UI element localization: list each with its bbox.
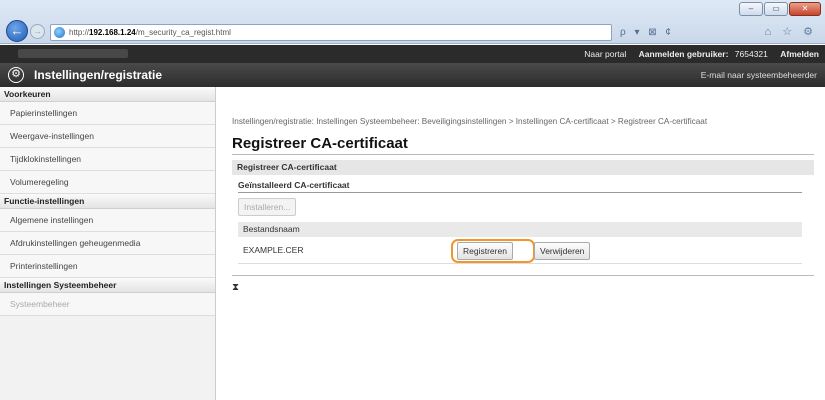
- forward-arrow-icon[interactable]: →: [30, 24, 45, 39]
- sidebar-item-papier[interactable]: Papierinstellingen: [0, 102, 215, 125]
- page-title: Registreer CA-certificaat: [232, 135, 814, 155]
- sidebar-section-voorkeuren: Voorkeuren: [0, 87, 215, 102]
- back-arrow-icon[interactable]: ←: [6, 20, 28, 42]
- user-id: 7654321: [734, 49, 768, 59]
- address-bar[interactable]: http://192.168.1.24/m_security_ca_regist…: [50, 24, 612, 41]
- minimize-button[interactable]: ‒: [739, 2, 763, 16]
- sidebar-item-printer[interactable]: Printerinstellingen: [0, 255, 215, 278]
- url-host: 192.168.1.24: [89, 28, 136, 37]
- breadcrumb: Instellingen/registratie: Instellingen S…: [232, 117, 708, 126]
- email-admin-link[interactable]: E-mail naar systeembeheerder: [701, 63, 817, 87]
- ie-page-icon: [54, 27, 65, 38]
- sidebar-item-algemeen[interactable]: Algemene instellingen: [0, 209, 215, 232]
- app-title: Instellingen/registratie: [34, 68, 163, 82]
- device-name-blurred: [18, 49, 128, 58]
- sidebar-item-volume[interactable]: Volumeregeling: [0, 171, 215, 194]
- install-button: Installeren...: [238, 198, 297, 216]
- close-button[interactable]: ✕: [789, 2, 821, 16]
- top-bar: Naar portal Aanmelden gebruiker: 7654321…: [0, 45, 825, 63]
- file-name: EXAMPLE.CER: [243, 245, 304, 255]
- maximize-button[interactable]: ▭: [764, 2, 788, 16]
- sidebar-item-afdruk-geheugen[interactable]: Afdrukinstellingen geheugenmedia: [0, 232, 215, 255]
- sidebar-item-systeembeheer: Systeembeheer: [0, 293, 215, 316]
- address-tools-icons[interactable]: ρ ▾ ⊠ ¢: [620, 24, 728, 41]
- divider: [232, 264, 814, 276]
- table-row: EXAMPLE.CER Registreren Verwijderen: [238, 237, 802, 264]
- browser-toolbar-icons[interactable]: ⌂ ☆ ⚙: [765, 24, 817, 41]
- user-label: Aanmelden gebruiker:: [638, 49, 729, 59]
- url-prefix: http://: [69, 28, 90, 37]
- back-to-top-icon[interactable]: ⧗: [232, 282, 814, 293]
- delete-button[interactable]: Verwijderen: [534, 242, 591, 260]
- app-header: ⚙ Instellingen/registratie E-mail naar s…: [0, 63, 825, 87]
- sidebar-item-weergave[interactable]: Weergave-instellingen: [0, 125, 215, 148]
- register-button[interactable]: Registreren: [457, 242, 513, 260]
- window-controls: ‒ ▭ ✕: [739, 2, 821, 16]
- portal-link[interactable]: Naar portal: [584, 49, 626, 59]
- top-links: Naar portal Aanmelden gebruiker: 7654321…: [574, 45, 819, 63]
- sidebar-section-functie: Functie-instellingen: [0, 194, 215, 209]
- logout-link[interactable]: Afmelden: [780, 49, 819, 59]
- sidebar: Voorkeuren Papierinstellingen Weergave-i…: [0, 87, 216, 400]
- section-header: Registreer CA-certificaat: [232, 160, 814, 175]
- file-name-header: Bestandsnaam: [238, 222, 802, 237]
- installed-cert-title: Geïnstalleerd CA-certificaat: [238, 180, 802, 193]
- main-content: Instellingen/registratie: Instellingen S…: [232, 87, 814, 293]
- settings-gear-icon: ⚙: [8, 67, 24, 83]
- installed-cert-section: Geïnstalleerd CA-certificaat Installeren…: [238, 180, 802, 264]
- sidebar-item-tijdklok[interactable]: Tijdklokinstellingen: [0, 148, 215, 171]
- url-path: /m_security_ca_regist.html: [135, 28, 231, 37]
- browser-chrome: ‒ ▭ ✕ ← → http://192.168.1.24/m_security…: [0, 0, 825, 44]
- sidebar-section-systeembeheer: Instellingen Systeembeheer: [0, 278, 215, 293]
